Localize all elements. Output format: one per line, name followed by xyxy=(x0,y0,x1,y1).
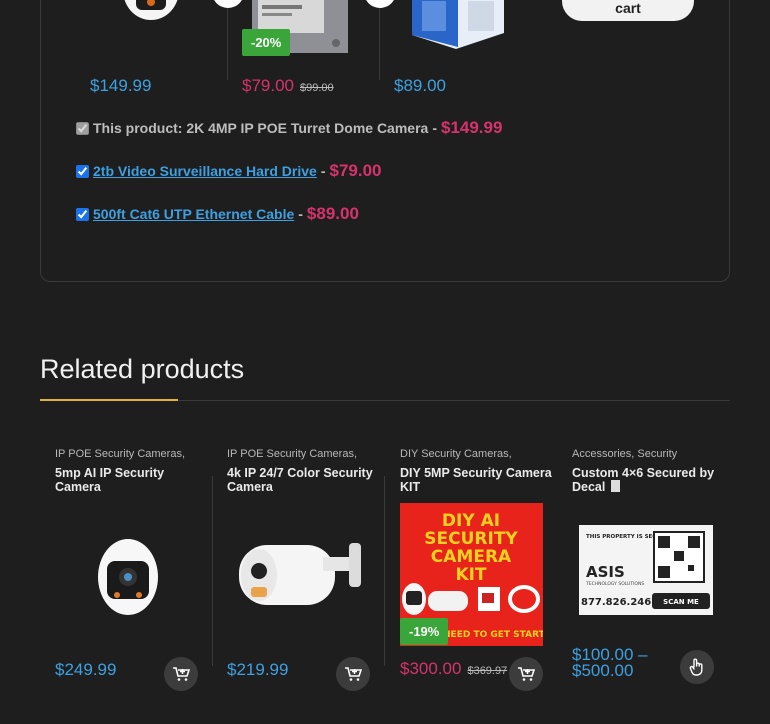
product-price: $219.99 xyxy=(227,660,289,679)
decal-brand: ASIS xyxy=(586,563,625,581)
product-card: IP POE Security Cameras, 4k IP 24/7 Colo… xyxy=(227,440,387,700)
bundle-row-price: $89.00 xyxy=(306,204,359,223)
bundle-row-this-product: This product: 2K 4MP IP POE Turret Dome … xyxy=(76,118,502,138)
product-card: DIY Security Cameras, DIY 5MP Security C… xyxy=(400,440,560,700)
product-price-to: $500.00 xyxy=(572,661,634,680)
bundle-item-2-price-group: $79.00 $99.00 xyxy=(242,76,334,96)
product-card: IP POE Security Cameras, 5mp AI IP Secur… xyxy=(55,440,215,700)
bundle-checkbox-hard-drive[interactable] xyxy=(76,164,89,178)
bundle-item-2-old-price: $99.00 xyxy=(300,82,334,94)
bundle-item-1-price: $149.99 xyxy=(90,76,152,95)
bundle-row-price: $79.00 xyxy=(329,161,382,180)
cart-plus-icon xyxy=(518,667,535,681)
add-to-cart-button[interactable] xyxy=(509,657,543,691)
bundle-row-label: This product: 2K 4MP IP POE Turret Dome … xyxy=(93,120,429,136)
bundle-row-price: $149.99 xyxy=(440,118,503,137)
bundle-cable-box-image[interactable] xyxy=(412,0,504,49)
kit-image-text: CAMERA xyxy=(431,547,512,567)
document-icon xyxy=(610,480,620,492)
product-categories[interactable]: IP POE Security Cameras, xyxy=(55,448,215,460)
product-categories[interactable]: IP POE Security Cameras, xyxy=(227,448,387,460)
product-name[interactable]: Custom 4×6 Secured by Decal xyxy=(572,466,727,494)
product-categories[interactable]: DIY Security Cameras, xyxy=(400,448,560,460)
product-image[interactable] xyxy=(55,503,198,646)
bundle-divider xyxy=(227,0,228,80)
add-to-cart-button[interactable] xyxy=(164,657,198,691)
category-link[interactable]: , Security xyxy=(631,448,677,460)
cart-plus-icon xyxy=(173,667,190,681)
bundle-row-separator: - xyxy=(320,163,326,179)
product-name[interactable]: DIY 5MP Security Camera KIT xyxy=(400,466,555,494)
product-name[interactable]: 4k IP 24/7 Color Security Camera xyxy=(227,466,382,494)
bundle-divider xyxy=(379,0,380,80)
frequently-bought-together-box xyxy=(40,0,730,282)
product-price-group: $300.00 $369.97 xyxy=(400,659,507,679)
bundle-camera-image[interactable] xyxy=(120,0,182,30)
title-accent-underline xyxy=(40,399,178,401)
product-sale-badge: -19% xyxy=(400,618,449,645)
product-categories: Accessories, Security xyxy=(572,448,732,460)
card-divider xyxy=(212,476,213,666)
decal-phone: 877.826.2467 xyxy=(581,597,658,608)
product-old-price: $369.97 xyxy=(467,665,508,677)
product-price: $249.99 xyxy=(55,660,117,679)
bundle-item-3-price: $89.00 xyxy=(394,76,446,95)
bundle-row-separator: - xyxy=(298,206,303,222)
decal-subtitle: TECHNOLOGY SOLUTIONS xyxy=(585,581,644,587)
product-card: Accessories, Security Custom 4×6 Secured… xyxy=(572,440,732,700)
product-image[interactable]: THIS PROPERTY IS SECURED BY: ASIS TECHNO… xyxy=(572,503,715,646)
product-image[interactable] xyxy=(227,503,370,646)
kit-image-text: SECURITY xyxy=(424,529,518,549)
kit-image-text: KIT xyxy=(455,565,486,585)
add-to-cart-button[interactable] xyxy=(336,657,370,691)
bundle-checkbox-this-product xyxy=(76,121,89,135)
related-products-title: Related products xyxy=(40,354,245,384)
bundle-row-link[interactable]: 500ft Cat6 UTP Ethernet Cable xyxy=(93,206,294,222)
select-options-button[interactable] xyxy=(680,650,714,684)
bundle-row-hard-drive: 2tb Video Surveillance Hard Drive - $79.… xyxy=(76,161,382,181)
bundle-row-cable: 500ft Cat6 UTP Ethernet Cable - $89.00 xyxy=(76,204,359,224)
bundle-row-link[interactable]: 2tb Video Surveillance Hard Drive xyxy=(93,163,317,179)
bundle-sale-badge: -20% xyxy=(242,29,291,56)
product-name-text[interactable]: Custom 4×6 Secured by Decal xyxy=(572,466,714,494)
bundle-row-separator: - xyxy=(432,120,437,136)
bundle-checkbox-cable[interactable] xyxy=(76,207,89,221)
add-all-to-cart-button[interactable]: cart xyxy=(562,0,694,21)
product-name[interactable]: 5mp AI IP Security Camera xyxy=(55,466,210,494)
decal-scan-label: SCAN ME xyxy=(663,598,699,606)
category-link[interactable]: Accessories xyxy=(572,448,631,460)
product-price: $300.00 xyxy=(400,659,462,678)
hand-pointer-icon xyxy=(689,658,703,676)
product-price-range: $100.00 – $500.00 xyxy=(572,646,648,680)
kit-image-text: DIY AI xyxy=(442,511,500,531)
card-divider xyxy=(384,476,385,666)
bundle-item-2-price: $79.00 xyxy=(242,76,294,95)
cart-plus-icon xyxy=(345,667,362,681)
